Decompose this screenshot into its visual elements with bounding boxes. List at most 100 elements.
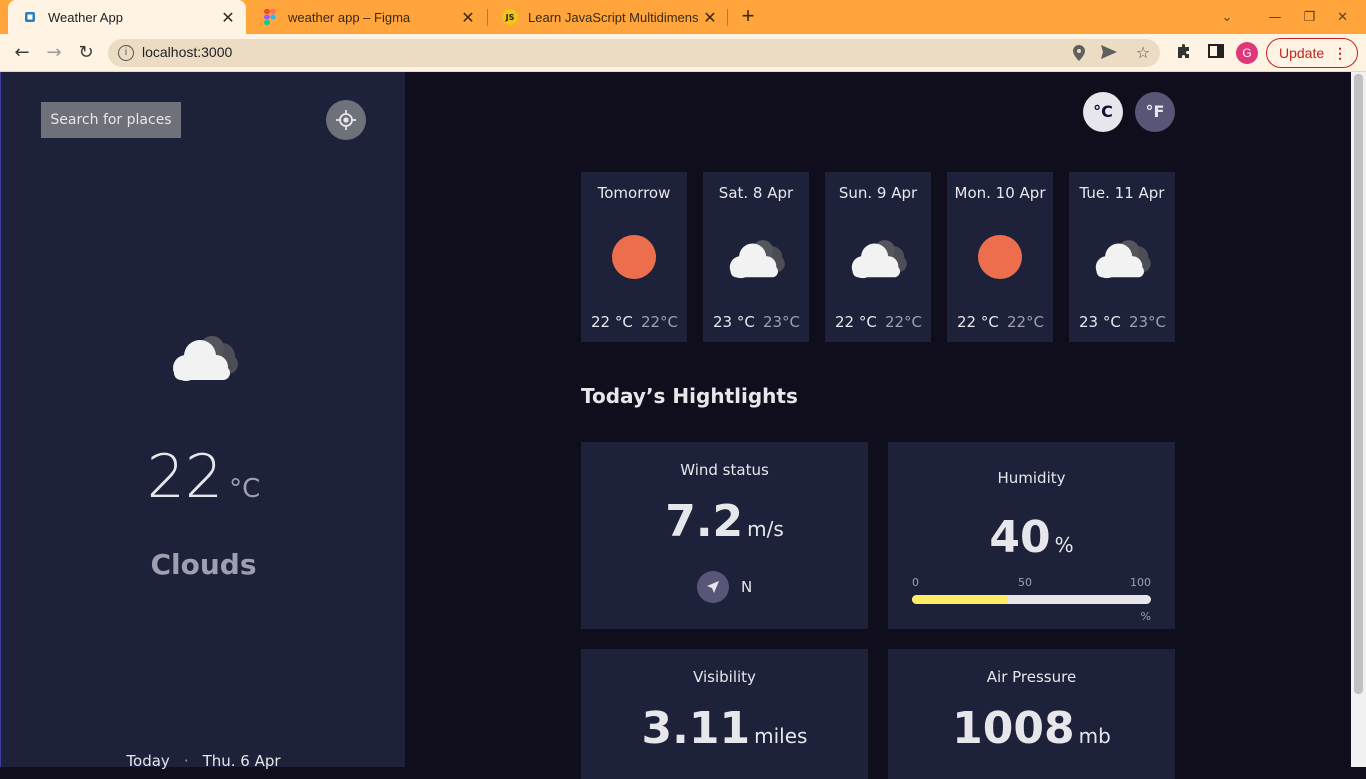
site-info-icon[interactable]: i xyxy=(118,45,134,61)
wind-direction-label: N xyxy=(741,578,753,596)
forecast-min-temp: 22°C xyxy=(640,313,678,331)
tab-title: Weather App xyxy=(48,9,123,25)
humidity-unit: % xyxy=(1054,533,1074,557)
page-scrollbar[interactable] xyxy=(1351,72,1366,767)
figma-favicon-icon xyxy=(262,9,278,25)
tab-title: Learn JavaScript Multidimens xyxy=(528,9,699,25)
scale-max-label: 100 xyxy=(1130,576,1151,589)
navigation-arrow-icon xyxy=(697,571,729,603)
weather-app: Search for places 22 °C Clouds Today · T… xyxy=(0,72,1366,779)
wind-speed-unit: m/s xyxy=(747,517,784,541)
weather-app-favicon-icon xyxy=(22,9,38,25)
visibility-value: 3.11 xyxy=(641,703,751,754)
separator-dot: · xyxy=(183,752,189,770)
visibility-label: Visibility xyxy=(693,668,756,686)
visibility-reading: 3.11 miles xyxy=(581,703,868,754)
air-pressure-reading: 1008 mb xyxy=(888,703,1175,754)
air-pressure-label: Air Pressure xyxy=(986,668,1077,686)
wind-speed: 7.2 m/s xyxy=(581,496,868,547)
cloud-icon xyxy=(703,232,809,282)
forecast-min-temp: 23°C xyxy=(762,313,800,331)
window-controls: ⌄ — ❐ ✕ xyxy=(1222,0,1366,34)
back-arrow-icon[interactable]: ← xyxy=(10,41,34,65)
weather-condition: Clouds xyxy=(150,548,257,581)
new-tab-button[interactable]: + xyxy=(736,4,760,30)
sun-icon xyxy=(581,232,687,282)
air-pressure-value: 1008 xyxy=(952,703,1075,754)
current-weather-sidebar: Search for places 22 °C Clouds Today · T… xyxy=(0,72,406,770)
maximize-icon[interactable]: ❐ xyxy=(1303,10,1315,25)
today-label: Today xyxy=(126,752,170,770)
send-icon[interactable] xyxy=(1100,45,1118,63)
scale-unit-label: % xyxy=(1140,610,1151,623)
close-window-icon[interactable]: ✕ xyxy=(1337,10,1348,25)
location-pin-icon[interactable] xyxy=(1070,45,1088,63)
minimize-icon[interactable]: — xyxy=(1268,10,1281,25)
extensions-puzzle-icon[interactable] xyxy=(1174,43,1194,63)
close-tab-icon[interactable]: ✕ xyxy=(218,8,238,27)
wind-direction: N xyxy=(697,571,752,603)
side-panel-icon[interactable] xyxy=(1206,43,1226,63)
address-bar[interactable]: i localhost:3000 ☆ xyxy=(108,39,1160,67)
humidity-card: Humidity 40% 0 50 100 % xyxy=(888,442,1175,629)
air-pressure-unit: mb xyxy=(1078,724,1111,748)
humidity-progress-bar xyxy=(912,595,1151,604)
forward-arrow-icon[interactable]: → xyxy=(42,41,66,65)
update-button[interactable]: Update ⋮ xyxy=(1266,38,1358,68)
forecast-card: Sun. 9 Apr 22 °C 22°C xyxy=(825,172,931,342)
temperature-value: 22 xyxy=(146,442,224,512)
forecast-max-temp: 23 °C xyxy=(1079,313,1121,331)
more-menu-icon[interactable]: ⋮ xyxy=(1333,39,1347,67)
temperature-unit: °C xyxy=(229,474,261,504)
current-temperature: 22 °C xyxy=(1,442,406,512)
humidity-value: 40 xyxy=(989,512,1051,563)
bookmark-star-icon[interactable]: ☆ xyxy=(1134,43,1152,62)
profile-avatar[interactable]: G xyxy=(1236,42,1258,64)
current-location-button[interactable] xyxy=(326,100,366,140)
wind-status-card: Wind status 7.2 m/s N xyxy=(581,442,868,629)
humidity-progress-fill xyxy=(912,595,1008,604)
forecast-min-temp: 22°C xyxy=(1006,313,1044,331)
tab-separator xyxy=(727,9,728,26)
url-text[interactable]: localhost:3000 xyxy=(142,44,232,60)
forecast-min-temp: 23°C xyxy=(1128,313,1166,331)
cloud-icon xyxy=(166,330,242,386)
browser-toolbar: ← → ↻ i localhost:3000 ☆ G Update ⋮ xyxy=(0,34,1366,72)
search-places-button[interactable]: Search for places xyxy=(41,102,181,138)
close-tab-icon[interactable]: ✕ xyxy=(458,8,478,27)
current-date-line: Today · Thu. 6 Apr xyxy=(1,752,406,770)
tab-search-chevron-icon[interactable]: ⌄ xyxy=(1222,10,1233,25)
reload-icon[interactable]: ↻ xyxy=(74,41,98,65)
forecast-min-temp: 22°C xyxy=(884,313,922,331)
forecast-day: Mon. 10 Apr xyxy=(954,184,1046,202)
forecast-card: Mon. 10 Apr 22 °C 22°C xyxy=(947,172,1053,342)
tab-title: weather app – Figma xyxy=(288,9,411,25)
browser-tab-strip: Weather App ✕ weather app – Figma ✕ JS L… xyxy=(0,0,1366,34)
forecast-day: Sun. 9 Apr xyxy=(838,184,918,202)
forecast-day: Tue. 11 Apr xyxy=(1079,184,1165,202)
current-date: Thu. 6 Apr xyxy=(202,752,281,770)
fahrenheit-toggle-button[interactable]: °F xyxy=(1135,92,1175,132)
tab-figma[interactable]: weather app – Figma ✕ xyxy=(248,0,486,34)
scale-min-label: 0 xyxy=(912,576,919,589)
humidity-scale: 0 50 100 xyxy=(912,576,1151,589)
humidity-label: Humidity xyxy=(997,469,1066,487)
forecast-max-temp: 22 °C xyxy=(835,313,877,331)
close-tab-icon[interactable]: ✕ xyxy=(700,8,720,27)
forecast-card: Tue. 11 Apr 23 °C 23°C xyxy=(1069,172,1175,342)
forecast-day: Sat. 8 Apr xyxy=(718,184,794,202)
sun-icon xyxy=(947,232,1053,282)
air-pressure-card: Air Pressure 1008 mb xyxy=(888,649,1175,779)
tab-learn-javascript[interactable]: JS Learn JavaScript Multidimens ✕ xyxy=(488,0,728,34)
scale-mid-label: 50 xyxy=(1018,576,1032,589)
forecast-day: Tomorrow xyxy=(597,184,671,202)
js-favicon-icon: JS xyxy=(502,9,518,25)
cloud-icon xyxy=(1069,232,1175,282)
humidity-reading: 40% xyxy=(888,512,1175,563)
celsius-toggle-button[interactable]: °C xyxy=(1083,92,1123,132)
highlights-heading: Today’s Hightlights xyxy=(581,384,798,408)
forecast-max-temp: 22 °C xyxy=(591,313,633,331)
scrollbar-thumb[interactable] xyxy=(1354,74,1363,694)
wind-speed-value: 7.2 xyxy=(665,496,744,547)
tab-weather-app[interactable]: Weather App ✕ xyxy=(8,0,246,34)
